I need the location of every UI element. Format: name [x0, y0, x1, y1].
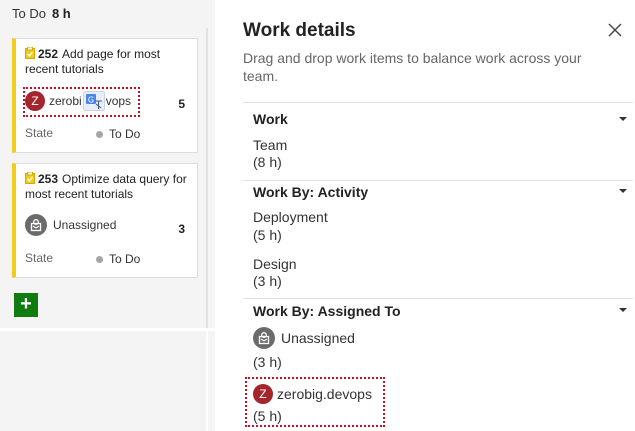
state-text: To Do [109, 252, 141, 266]
state-dot [96, 255, 103, 263]
chevron-down-icon[interactable] [619, 308, 627, 312]
lane-divider-vertical [206, 331, 208, 431]
work-item-card[interactable]: 253 Optimize data query for most recent t… [12, 163, 198, 278]
card-estimate: 5 [178, 97, 185, 111]
panel-title: Work details [243, 20, 356, 41]
state-value[interactable]: To Do [96, 252, 140, 266]
capacity-item-unassigned: Unassigned [253, 327, 355, 349]
section-divider [243, 102, 633, 103]
capacity-item-name: Unassigned [281, 330, 355, 346]
section-header-activity[interactable]: Work By: Activity [253, 184, 368, 200]
column-hours: 8 h [51, 6, 71, 21]
lane-divider [0, 328, 215, 331]
card-estimate: 3 [178, 222, 185, 236]
section-header-work[interactable]: Work [253, 111, 288, 127]
capacity-item-hours: (3 h) [253, 273, 282, 289]
add-work-item-button[interactable]: + [14, 293, 38, 317]
card-id: 253 [38, 172, 59, 186]
unassigned-avatar-icon [25, 214, 47, 236]
unassigned-avatar-icon [253, 327, 275, 349]
state-value[interactable]: To Do [96, 127, 140, 141]
card-title[interactable]: 252 Add page for most recent tutorials [25, 47, 191, 77]
capacity-item-name: Deployment [253, 209, 328, 225]
plus-icon: + [20, 293, 32, 315]
card-title[interactable]: 253 Optimize data query for most recent t… [25, 172, 191, 202]
capacity-item-name: Team [253, 137, 288, 153]
card-assignee[interactable]: Unassigned [25, 214, 116, 236]
capacity-item-name: Design [253, 256, 297, 272]
section-header-assigned[interactable]: Work By: Assigned To [253, 303, 401, 319]
work-details-panel: Work details Drag and drop work items to… [219, 0, 635, 431]
section-divider [243, 298, 633, 299]
capacity-item-hours: (8 h) [253, 154, 282, 170]
panel-description: Drag and drop work items to balance work… [243, 50, 582, 84]
state-dot [96, 130, 103, 138]
chevron-down-icon[interactable] [619, 117, 627, 121]
column-header: To Do 8 h [12, 6, 71, 21]
capacity-item-hours: (3 h) [253, 354, 282, 370]
drop-target-highlight [245, 377, 385, 427]
clipboard-icon [25, 172, 35, 184]
drag-highlight [23, 87, 140, 117]
card-id: 252 [38, 47, 59, 61]
state-text: To Do [109, 127, 141, 141]
chevron-down-icon[interactable] [619, 189, 627, 193]
section-divider [243, 180, 633, 181]
clipboard-icon [25, 47, 35, 59]
board-column: To Do 8 h 252 Add page for most recent tut… [0, 0, 215, 431]
assignee-name: Unassigned [53, 218, 117, 232]
state-label: State [25, 126, 54, 140]
capacity-item-hours: (5 h) [253, 227, 282, 243]
column-title: To Do [12, 6, 46, 21]
state-label: State [25, 251, 54, 265]
column-divider [206, 28, 208, 328]
close-icon[interactable] [607, 22, 623, 38]
